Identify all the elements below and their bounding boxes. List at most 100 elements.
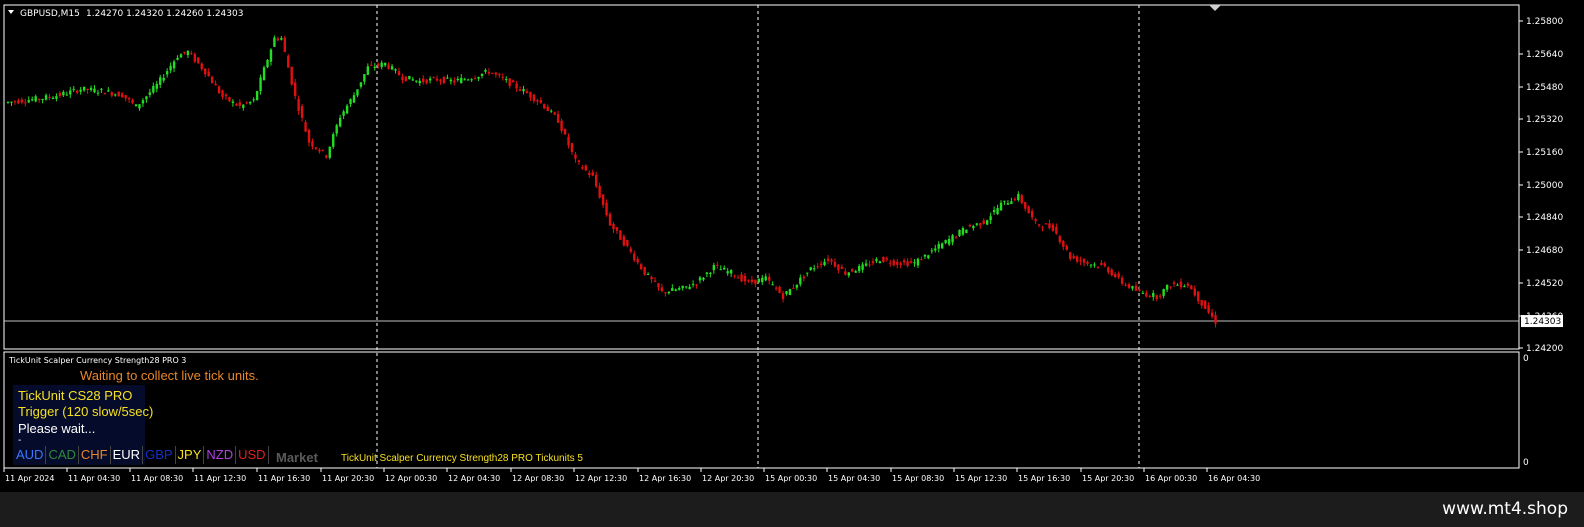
- candle-body: [889, 262, 892, 264]
- candle-body: [951, 235, 954, 243]
- currency-button-usd[interactable]: USD: [236, 446, 269, 464]
- candle-body: [242, 104, 245, 108]
- candle-body: [736, 277, 740, 279]
- candle-body: [1114, 274, 1117, 277]
- candle-body: [1030, 211, 1034, 218]
- candle-body: [505, 79, 508, 81]
- candle-body: [356, 89, 359, 96]
- candle-body: [494, 72, 498, 75]
- currency-button-aud[interactable]: AUD: [14, 446, 47, 464]
- candle-body: [453, 80, 456, 83]
- candle-body: [550, 110, 553, 112]
- candle-body: [1110, 269, 1113, 276]
- candle-body: [605, 202, 608, 216]
- candle-body: [79, 89, 82, 92]
- candle-body: [1190, 285, 1193, 290]
- candle-body: [10, 101, 13, 103]
- currency-button-nzd[interactable]: NZD: [204, 446, 237, 464]
- candle-body: [159, 77, 162, 85]
- indicator-panel-status: Please wait...: [18, 421, 96, 436]
- candle-body: [954, 236, 958, 238]
- currency-button-eur[interactable]: EUR: [111, 446, 144, 464]
- time-axis-label: 15 Apr 16:30: [1018, 474, 1070, 483]
- time-axis-label: 12 Apr 08:30: [512, 474, 564, 483]
- candle-body: [210, 77, 214, 84]
- candle-body: [1141, 292, 1145, 294]
- candle-body: [96, 92, 100, 94]
- candle-body: [65, 94, 69, 96]
- candle-body: [1051, 224, 1055, 231]
- candle-body: [304, 122, 307, 132]
- mt4-chart-window: 1.25800 1.25640 1.25480 1.25320 1.25160 1.250…: [0, 0, 1584, 527]
- indicator-axis-top: 0: [1523, 354, 1529, 364]
- market-button[interactable]: Market: [276, 450, 318, 465]
- currency-button-jpy[interactable]: JPY: [176, 446, 205, 464]
- candle-body: [902, 260, 906, 263]
- candle-body: [584, 165, 588, 171]
- candle-body: [916, 258, 920, 266]
- candle-body: [204, 68, 207, 75]
- candle-body: [131, 99, 134, 103]
- candle-body: [830, 259, 833, 262]
- candle-body: [37, 98, 41, 100]
- candle-body: [352, 95, 356, 103]
- candle-body: [757, 278, 761, 283]
- candle-body: [1044, 223, 1048, 225]
- candle-body: [31, 99, 34, 101]
- indicator-panel-dash: -: [18, 435, 22, 446]
- candle-body: [100, 88, 103, 90]
- candle-body: [1186, 283, 1190, 286]
- candle-body: [812, 268, 816, 270]
- candle-body: [768, 276, 771, 281]
- candle-body: [678, 288, 681, 290]
- candle-body: [934, 248, 937, 251]
- candle-body: [1158, 295, 1162, 297]
- candle-body: [667, 291, 671, 294]
- candle-body: [179, 54, 183, 58]
- candle-body: [290, 66, 293, 85]
- candle-body: [622, 236, 626, 246]
- time-axis-label: 11 Apr 12:30: [194, 474, 246, 483]
- chart-menu-arrow-icon[interactable]: [8, 10, 14, 14]
- candle-body: [996, 207, 999, 215]
- candle-body: [82, 86, 86, 91]
- time-axis-label: 11 Apr 08:30: [131, 474, 183, 483]
- candle-body: [473, 78, 477, 80]
- candle-body: [626, 240, 629, 246]
- candle-body: [588, 172, 591, 176]
- price-axis-label: 1.25640: [1526, 50, 1563, 60]
- candle-body: [816, 266, 819, 268]
- currency-button-gbp[interactable]: GBP: [143, 446, 176, 464]
- candle-body: [691, 284, 695, 286]
- candle-body: [882, 256, 885, 263]
- candle-body: [224, 94, 228, 97]
- currency-button-cad[interactable]: CAD: [46, 446, 79, 464]
- candle-body: [1020, 195, 1023, 204]
- candle-body: [190, 53, 193, 55]
- candle-body: [1214, 315, 1217, 324]
- candle-body: [629, 248, 632, 252]
- candle-body: [1010, 201, 1013, 204]
- candle-body: [681, 285, 684, 289]
- price-axis-label: 1.25480: [1526, 83, 1563, 93]
- candle-body: [612, 223, 615, 230]
- currency-button-chf[interactable]: CHF: [79, 446, 111, 464]
- candle-body: [764, 276, 767, 281]
- chart-shift-marker[interactable]: [1209, 5, 1221, 11]
- candle-body: [577, 160, 581, 162]
- candle-body: [34, 96, 37, 102]
- candle-body: [470, 79, 473, 81]
- candle-body: [124, 95, 127, 99]
- candle-body: [380, 62, 383, 68]
- candle-body: [404, 76, 408, 81]
- candle-body: [1072, 256, 1075, 259]
- candle-body: [48, 96, 51, 98]
- candle-body: [297, 98, 300, 112]
- candle-body: [906, 261, 909, 266]
- time-axis-label: 11 Apr 16:30: [258, 474, 310, 483]
- price-chart[interactable]: 1.25800 1.25640 1.25480 1.25320 1.25160 1.250…: [0, 0, 1584, 492]
- candle-body: [207, 71, 210, 77]
- candle-body: [245, 102, 248, 104]
- candle-body: [415, 80, 418, 82]
- candle-body: [89, 87, 93, 90]
